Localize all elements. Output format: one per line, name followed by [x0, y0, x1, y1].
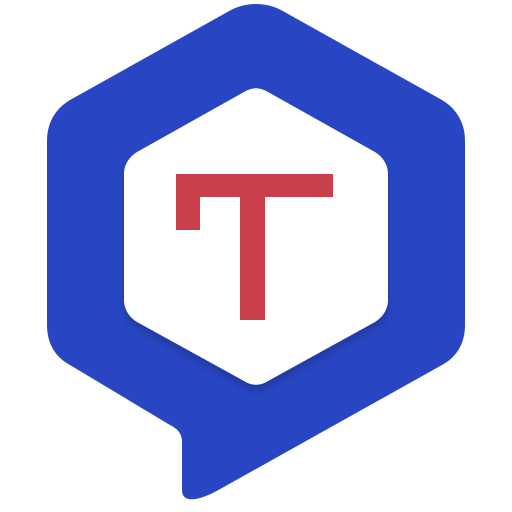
app-logo-icon: [47, 4, 465, 500]
